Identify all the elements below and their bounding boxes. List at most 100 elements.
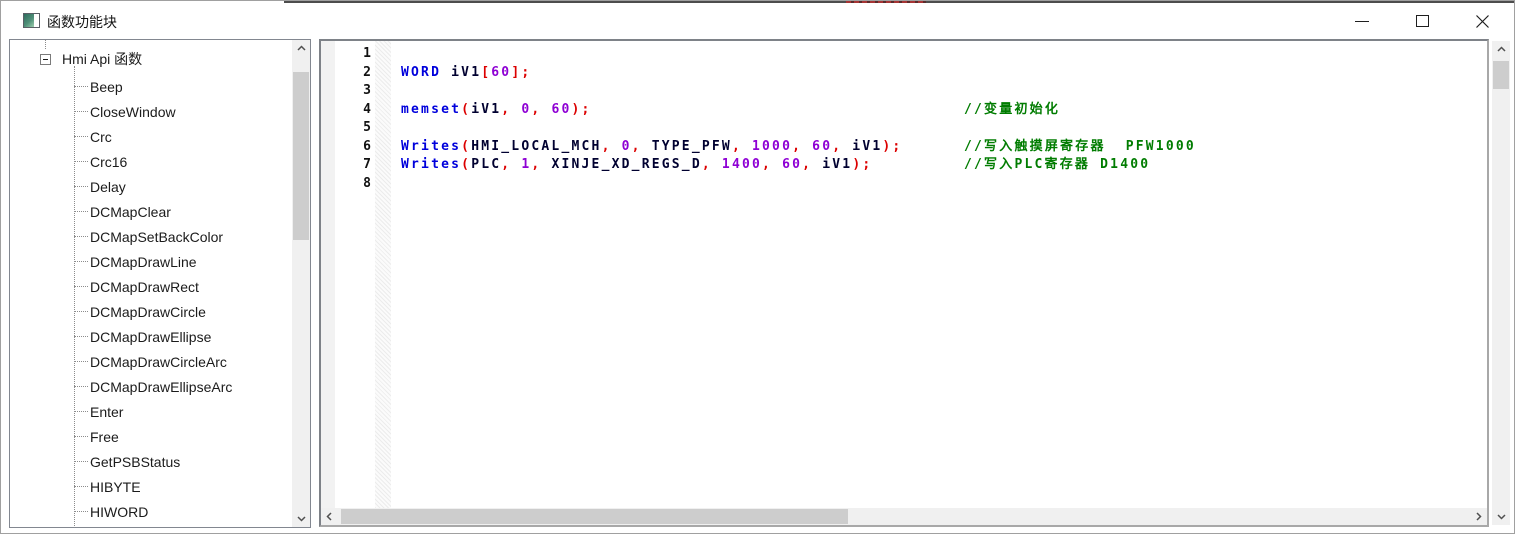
editor-horizontal-scrollbar[interactable] [321,508,1487,525]
collapse-icon[interactable] [40,54,51,65]
tree-connector [74,111,88,112]
tree-item-label: Free [90,429,119,445]
code-line: WORD iV1[60]; [401,64,1483,83]
tree-item-label: DCMapDrawRect [90,279,199,295]
horizontal-scrollbar-thumb[interactable] [341,509,848,524]
line-number: 6 [335,138,371,157]
code-line: Writes(HMI_LOCAL_MCH, 0, TYPE_PFW, 1000,… [401,138,1483,157]
code-line [401,82,1483,101]
line-number: 2 [335,64,371,83]
tree-item-dcmapdrawellipsearc[interactable]: DCMapDrawEllipseArc [10,374,292,399]
app-icon-pane [24,14,34,27]
code-editor-panel: 12345678 WORD iV1[60]; memset(iV1, 0, 60)… [319,39,1489,527]
tree-item-dcmapdrawcircle[interactable]: DCMapDrawCircle [10,299,292,324]
tree-item-hibyte[interactable]: HIBYTE [10,474,292,499]
tree-item-label: GetPSBStatus [90,454,180,470]
tree-item-crc16[interactable]: Crc16 [10,149,292,174]
tree-connector [74,211,88,212]
tree-item-label: Delay [90,179,126,195]
line-number: 3 [335,82,371,101]
tree-item-getpsbstatus[interactable]: GetPSBStatus [10,449,292,474]
line-number: 7 [335,156,371,175]
tree-connector [74,186,88,187]
code-area[interactable]: WORD iV1[60]; memset(iV1, 0, 60);//变量初始化 W… [401,45,1483,193]
scroll-down-icon[interactable] [292,510,310,527]
tree-item-hiword[interactable]: HIWORD [10,499,292,524]
tree-connector [74,311,88,312]
code-line [401,175,1483,194]
code-comment: //写入触摸屏寄存器 PFW1000 [964,138,1196,157]
window-title: 函数功能块 [47,12,117,32]
vertical-scrollbar-thumb[interactable] [1493,61,1509,89]
tree-item-label: Crc [90,129,112,145]
line-number: 1 [335,45,371,64]
line-number-gutter: 12345678 [335,45,371,193]
close-button[interactable] [1452,3,1512,39]
tree-item-dcmapdrawcirclearc[interactable]: DCMapDrawCircleArc [10,349,292,374]
titlebar: 函数功能块 [1,3,1514,39]
tree-item-leave[interactable]: Leave [10,524,292,527]
tree-item-label: Enter [90,404,123,420]
tree-connector [74,411,88,412]
tree-root-hmi-api[interactable]: Hmi Api 函数 [10,44,292,74]
tree-item-label: DCMapSetBackColor [90,229,223,245]
code-line [401,119,1483,138]
tree-item-dcmapdrawellipse[interactable]: DCMapDrawEllipse [10,324,292,349]
tree-item-label: DCMapDrawCircle [90,304,206,320]
line-number: 8 [335,175,371,194]
tree-connector [74,261,88,262]
tree-item-label: Crc16 [90,154,127,170]
tree-item-beep[interactable]: Beep [10,74,292,99]
tree-connector [74,236,88,237]
tree-item-label: DCMapDrawCircleArc [90,354,227,370]
tree-connector [74,136,88,137]
tree-item-list: Beep CloseWindow Crc Crc16 Delay DCMapClear DC… [10,74,292,527]
tree-item-free[interactable]: Free [10,424,292,449]
scroll-down-icon[interactable] [1492,508,1510,525]
tree-root-label: Hmi Api 函数 [62,49,142,69]
tree-connector [74,161,88,162]
tree-item-enter[interactable]: Enter [10,399,292,424]
tree-connector [74,511,88,512]
tree-item-closewindow[interactable]: CloseWindow [10,99,292,124]
minimize-icon [1355,21,1369,22]
minimize-button[interactable] [1332,3,1392,39]
app-icon [23,13,40,28]
tree-connector [74,461,88,462]
tree-item-dcmapdrawrect[interactable]: DCMapDrawRect [10,274,292,299]
scroll-up-icon[interactable] [292,40,310,57]
tree-connector [74,86,88,87]
tree-item-label: HIWORD [90,504,148,520]
editor-vertical-scrollbar[interactable] [1492,41,1510,525]
sidebar-scrollbar-thumb[interactable] [293,72,309,240]
tree-connector [74,386,88,387]
scroll-up-icon[interactable] [1492,41,1510,58]
tree-item-label: DCMapDrawEllipseArc [90,379,232,395]
tree-connector [74,286,88,287]
tree-item-label: DCMapDrawLine [90,254,197,270]
scroll-right-icon[interactable] [1470,508,1487,525]
tree-item-crc[interactable]: Crc [10,124,292,149]
maximize-button[interactable] [1392,3,1452,39]
tree-item-dcmapsetbackcolor[interactable]: DCMapSetBackColor [10,224,292,249]
tree-item-dcmapclear[interactable]: DCMapClear [10,199,292,224]
tree-item-dcmapdrawline[interactable]: DCMapDrawLine [10,249,292,274]
function-block-window: 函数功能块 Hmi Api 函数 Beep CloseWindow Crc Crc16… [0,0,1515,534]
tree-connector [74,361,88,362]
tree-item-label: CloseWindow [90,104,176,120]
tree-item-label: DCMapClear [90,204,171,220]
code-comment: //写入PLC寄存器 D1400 [964,156,1150,175]
code-line: memset(iV1, 0, 60);//变量初始化 [401,101,1483,120]
sidebar-scrollbar[interactable] [292,40,310,527]
tree-item-label: HIBYTE [90,479,141,495]
scroll-left-icon[interactable] [321,508,338,525]
tree-item-delay[interactable]: Delay [10,174,292,199]
function-tree-panel: Hmi Api 函数 Beep CloseWindow Crc Crc16 Delay D… [9,39,311,528]
code-comment: //变量初始化 [964,101,1060,120]
tree-item-label: DCMapDrawEllipse [90,329,211,345]
maximize-icon [1416,15,1429,27]
gutter-divider [375,41,391,508]
window-controls [1332,3,1514,39]
code-line [401,45,1483,64]
line-number: 5 [335,119,371,138]
